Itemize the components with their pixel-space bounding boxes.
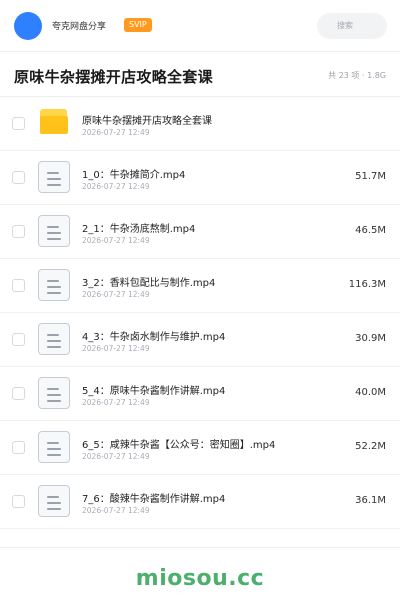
file-date: 2026-07-27 12:49 bbox=[82, 182, 150, 191]
file-size: 46.5M bbox=[355, 225, 386, 236]
watermark-text: miosou.cc bbox=[135, 566, 265, 591]
file-size: 52.2M bbox=[355, 441, 386, 452]
search-input[interactable]: 搜索 bbox=[317, 13, 387, 39]
file-name[interactable]: 2_1：牛杂汤底熬制.mp4 bbox=[82, 220, 195, 235]
row-checkbox[interactable] bbox=[12, 495, 25, 508]
file-row[interactable]: 4_3：牛杂卤水制作与维护.mp4 2026-07-27 12:49 30.9M bbox=[0, 313, 400, 367]
row-checkbox[interactable] bbox=[12, 171, 25, 184]
file-date: 2026-07-27 12:49 bbox=[82, 506, 150, 515]
divider bbox=[0, 547, 400, 548]
file-size: 51.7M bbox=[355, 171, 386, 182]
file-list: 原味牛杂摆摊开店攻略全套课 2026-07-27 12:49 1_0：牛杂摊简介.m… bbox=[0, 97, 400, 529]
file-name[interactable]: 6_5：咸辣牛杂酱【公众号：密知圈】.mp4 bbox=[82, 436, 275, 451]
file-icon bbox=[38, 269, 70, 301]
file-date: 2026-07-27 12:49 bbox=[82, 398, 150, 407]
file-date: 2026-07-27 12:49 bbox=[82, 452, 150, 461]
file-date: 2026-07-27 12:49 bbox=[82, 236, 150, 245]
file-row[interactable]: 7_6：酸辣牛杂酱制作讲解.mp4 2026-07-27 12:49 36.1M bbox=[0, 475, 400, 529]
file-row[interactable]: 5_4：原味牛杂酱制作讲解.mp4 2026-07-27 12:49 40.0M bbox=[0, 367, 400, 421]
folder-icon bbox=[38, 107, 70, 139]
file-name[interactable]: 原味牛杂摆摊开店攻略全套课 bbox=[82, 112, 212, 127]
file-icon bbox=[38, 161, 70, 193]
file-icon bbox=[38, 215, 70, 247]
file-date: 2026-07-27 12:49 bbox=[82, 128, 150, 137]
row-checkbox[interactable] bbox=[12, 117, 25, 130]
share-owner-name: 夸克网盘分享 bbox=[52, 22, 107, 32]
file-name[interactable]: 5_4：原味牛杂酱制作讲解.mp4 bbox=[82, 382, 225, 397]
share-header: 夸克网盘分享 SVIP 搜索 bbox=[0, 0, 400, 52]
avatar[interactable] bbox=[14, 12, 42, 40]
file-icon bbox=[38, 377, 70, 409]
file-summary: 共 23 项 · 1.8G bbox=[328, 71, 386, 80]
folder-titlebar: 原味牛杂摆摊开店攻略全套课 共 23 项 · 1.8G bbox=[0, 53, 400, 97]
row-checkbox[interactable] bbox=[12, 225, 25, 238]
file-name[interactable]: 7_6：酸辣牛杂酱制作讲解.mp4 bbox=[82, 490, 225, 505]
file-size: 30.9M bbox=[355, 333, 386, 344]
file-date: 2026-07-27 12:49 bbox=[82, 290, 150, 299]
file-icon bbox=[38, 431, 70, 463]
file-name[interactable]: 3_2：香料包配比与制作.mp4 bbox=[82, 274, 215, 289]
row-checkbox[interactable] bbox=[12, 279, 25, 292]
row-checkbox[interactable] bbox=[12, 387, 25, 400]
row-checkbox[interactable] bbox=[12, 441, 25, 454]
file-name[interactable]: 4_3：牛杂卤水制作与维护.mp4 bbox=[82, 328, 225, 343]
file-icon bbox=[38, 485, 70, 517]
file-icon bbox=[38, 323, 70, 355]
file-row[interactable]: 1_0：牛杂摊简介.mp4 2026-07-27 12:49 51.7M bbox=[0, 151, 400, 205]
file-size: 36.1M bbox=[355, 495, 386, 506]
file-row[interactable]: 6_5：咸辣牛杂酱【公众号：密知圈】.mp4 2026-07-27 12:49 52… bbox=[0, 421, 400, 475]
file-date: 2026-07-27 12:49 bbox=[82, 344, 150, 353]
file-name[interactable]: 1_0：牛杂摊简介.mp4 bbox=[82, 166, 185, 181]
page-title: 原味牛杂摆摊开店攻略全套课 bbox=[14, 68, 213, 86]
file-size: 40.0M bbox=[355, 387, 386, 398]
svip-badge: SVIP bbox=[124, 18, 152, 32]
file-row[interactable]: 3_2：香料包配比与制作.mp4 2026-07-27 12:49 116.3M bbox=[0, 259, 400, 313]
file-row[interactable]: 2_1：牛杂汤底熬制.mp4 2026-07-27 12:49 46.5M bbox=[0, 205, 400, 259]
folder-row[interactable]: 原味牛杂摆摊开店攻略全套课 2026-07-27 12:49 bbox=[0, 97, 400, 151]
file-size: 116.3M bbox=[348, 279, 386, 290]
row-checkbox[interactable] bbox=[12, 333, 25, 346]
